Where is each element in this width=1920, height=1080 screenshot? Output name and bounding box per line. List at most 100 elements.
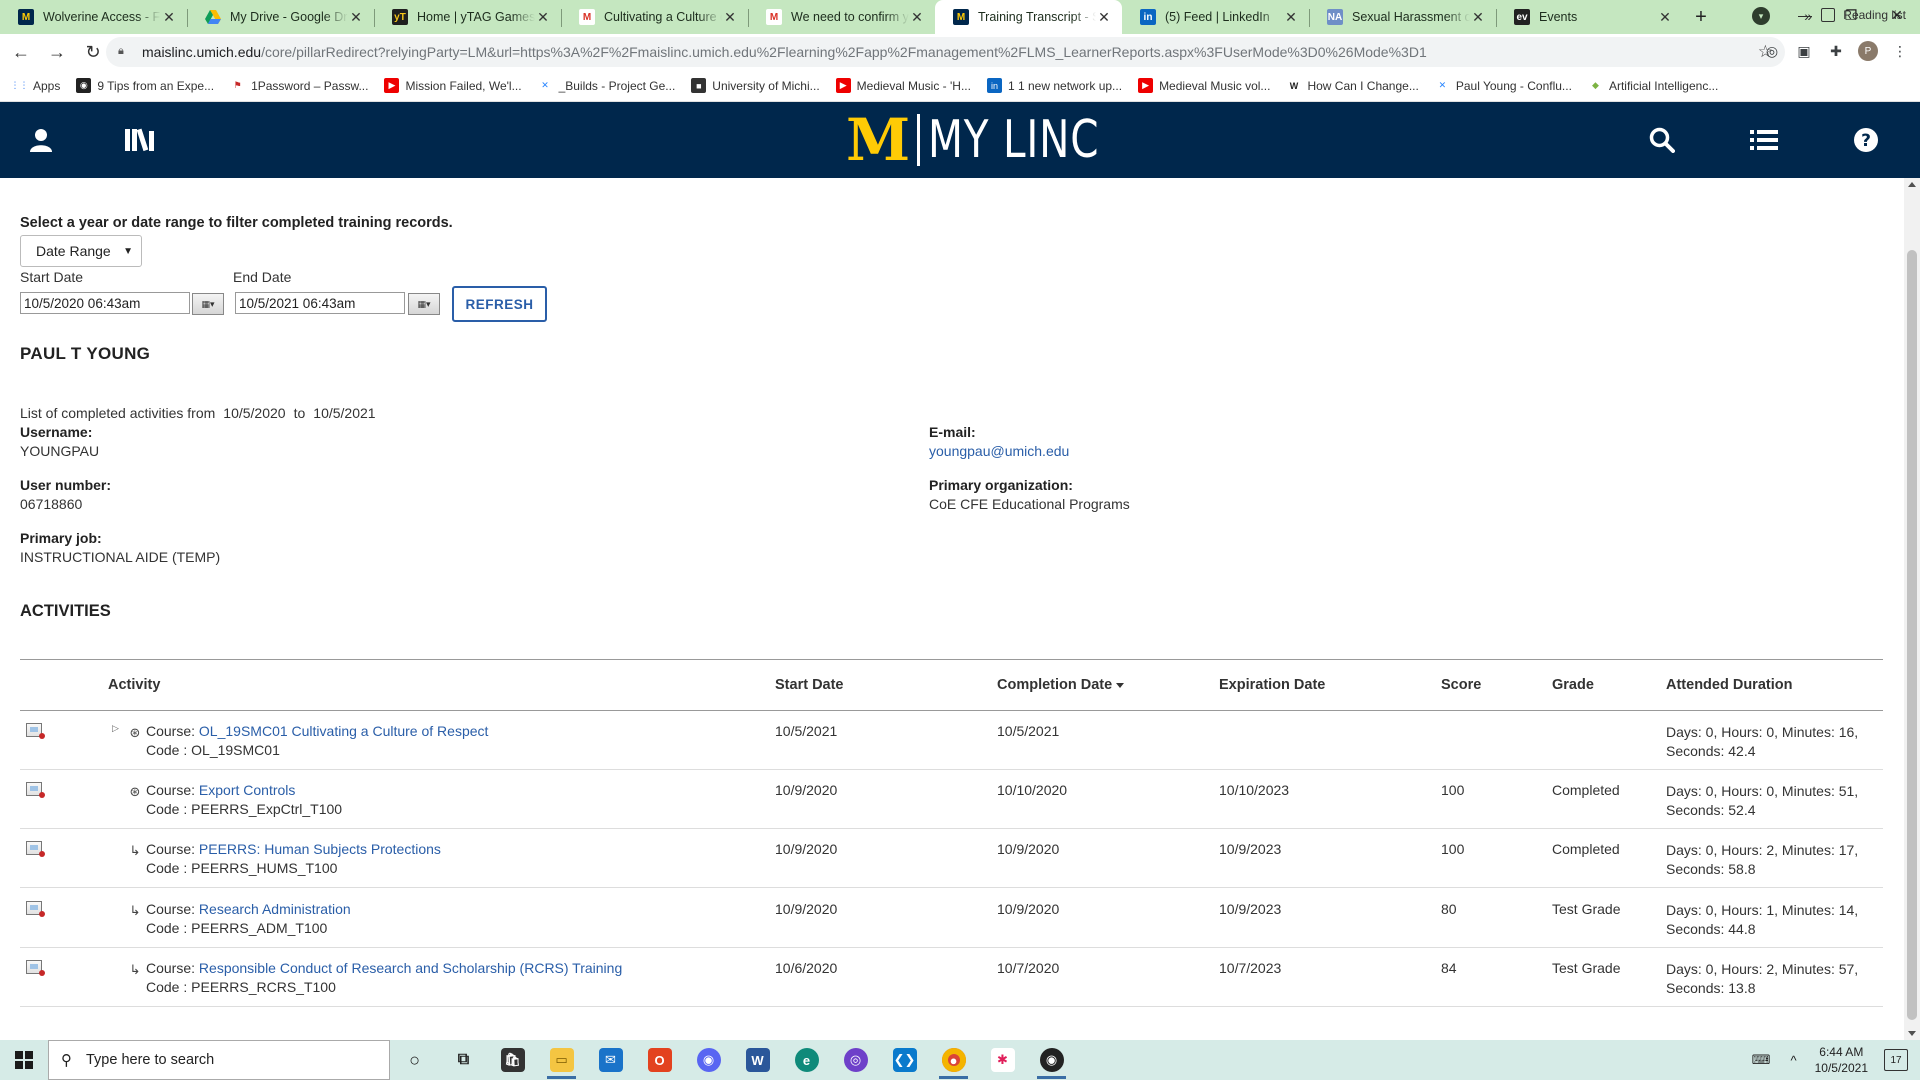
transcript-record-icon[interactable]: [26, 900, 45, 917]
activity-link[interactable]: Research Administration: [199, 901, 351, 917]
bookmark-item[interactable]: in 1 1 new network up...: [986, 78, 1122, 93]
file-explorer-icon[interactable]: ▭: [537, 1040, 586, 1080]
reading-list-button[interactable]: Reading list: [1821, 8, 1906, 22]
browser-menu-icon[interactable]: ⋮: [1890, 41, 1910, 61]
start-calendar-icon[interactable]: ▦▾: [192, 293, 224, 315]
expand-triangle-icon[interactable]: ▷: [112, 723, 119, 734]
slack-icon[interactable]: ✱: [978, 1040, 1027, 1080]
reload-icon[interactable]: ↻: [78, 37, 108, 67]
tab-close-icon[interactable]: ✕: [909, 9, 925, 26]
date-mode-select[interactable]: Date Range ▼: [20, 235, 142, 267]
help-icon[interactable]: ?: [1850, 124, 1882, 156]
scroll-down-icon[interactable]: [1908, 1031, 1916, 1036]
end-date-input[interactable]: 10/5/2021 06:43am: [235, 292, 405, 314]
transcript-record-icon[interactable]: [26, 841, 45, 858]
bookmark-item[interactable]: ■ University of Michi...: [691, 78, 820, 93]
task-view-icon[interactable]: ⧉: [439, 1040, 488, 1080]
notification-center-icon[interactable]: 17: [1884, 1049, 1908, 1071]
column-activity[interactable]: Activity: [108, 677, 160, 693]
bookmark-item[interactable]: ▶ Medieval Music - 'H...: [835, 78, 971, 93]
extension-copilot-icon[interactable]: ◎: [1762, 41, 1782, 61]
edge-icon[interactable]: e: [782, 1040, 831, 1080]
tab-close-icon[interactable]: ✕: [722, 9, 738, 26]
word-icon[interactable]: W: [733, 1040, 782, 1080]
bookmark-item[interactable]: ▶ Medieval Music vol...: [1138, 78, 1270, 93]
browser-tab[interactable]: M Training Transcript - St ✕: [935, 0, 1122, 34]
bookmark-item[interactable]: ▶ Mission Failed, We'l...: [384, 78, 522, 93]
browser-tab[interactable]: My Drive - Google Dri ✕: [187, 0, 374, 34]
browser-tab[interactable]: in (5) Feed | LinkedIn ✕: [1122, 0, 1309, 34]
vscode-icon[interactable]: ❮❯: [880, 1040, 929, 1080]
transcript-record-icon[interactable]: [26, 959, 45, 976]
activity-link[interactable]: PEERRS: Human Subjects Protections: [199, 841, 441, 857]
address-bar[interactable]: 🔒︎ maislinc.umich.edu/core/pillarRedirec…: [106, 37, 1785, 67]
browser-tab[interactable]: yT Home | yTAG Games ✕: [374, 0, 561, 34]
tab-search-icon[interactable]: ▾: [1752, 7, 1770, 25]
browser-tab[interactable]: NA Sexual Harassment of ✕: [1309, 0, 1496, 34]
browser-tab[interactable]: M Cultivating a Culture o ✕: [561, 0, 748, 34]
mylinc-logo[interactable]: M MY LINC: [846, 111, 1148, 169]
lock-icon[interactable]: 🔒︎: [118, 45, 132, 59]
user-profile-icon[interactable]: [25, 124, 57, 156]
bookmark-item[interactable]: ✕ _Builds - Project Ge...: [538, 78, 675, 93]
email-link[interactable]: youngpau@umich.edu: [929, 443, 1069, 459]
column-attended-duration[interactable]: Attended Duration: [1666, 677, 1792, 693]
browser-tab[interactable]: ev Events ✕: [1496, 0, 1683, 34]
column-score[interactable]: Score: [1441, 677, 1481, 693]
start-date-input[interactable]: 10/5/2020 06:43am: [20, 292, 190, 314]
column-completion-date[interactable]: Completion Date: [997, 677, 1125, 693]
bookmark-item[interactable]: ⋮⋮ Apps: [11, 78, 61, 93]
back-icon[interactable]: ←: [6, 37, 36, 67]
scroll-thumb[interactable]: [1907, 250, 1917, 1020]
cell-score: 100: [1441, 782, 1465, 799]
tab-close-icon[interactable]: ✕: [535, 9, 551, 26]
tab-close-icon[interactable]: ✕: [1283, 9, 1299, 26]
tab-close-icon[interactable]: ✕: [1657, 9, 1673, 26]
tab-close-icon[interactable]: ✕: [161, 9, 177, 26]
extensions-puzzle-icon[interactable]: ✚: [1826, 41, 1846, 61]
discord-icon[interactable]: ◉: [684, 1040, 733, 1080]
new-tab-icon[interactable]: +: [1683, 0, 1719, 34]
github-desktop-icon[interactable]: ◎: [831, 1040, 880, 1080]
tab-close-icon[interactable]: ✕: [1096, 9, 1112, 26]
tab-close-icon[interactable]: ✕: [348, 9, 364, 26]
end-calendar-icon[interactable]: ▦▾: [408, 293, 440, 315]
page-scrollbar[interactable]: [1904, 178, 1920, 1040]
refresh-button[interactable]: REFRESH: [452, 286, 547, 322]
bookmark-item[interactable]: ◉ 9 Tips from an Expe...: [76, 78, 214, 93]
activity-link[interactable]: Responsible Conduct of Research and Scho…: [199, 960, 622, 976]
site-search-icon[interactable]: [1646, 124, 1678, 156]
activity-link[interactable]: OL_19SMC01 Cultivating a Culture of Resp…: [199, 723, 488, 739]
column-expiration-date[interactable]: Expiration Date: [1219, 677, 1325, 693]
column-start-date[interactable]: Start Date: [775, 677, 844, 693]
cortana-icon[interactable]: ○: [390, 1040, 439, 1080]
keyboard-icon[interactable]: ⌨: [1752, 1052, 1771, 1068]
extension-screen-icon[interactable]: ▣: [1794, 41, 1814, 61]
forward-icon[interactable]: →: [42, 37, 72, 67]
taskbar-search-box[interactable]: ⚲ Type here to search: [48, 1040, 390, 1080]
store-icon[interactable]: 🛍︎: [488, 1040, 537, 1080]
library-icon[interactable]: [124, 124, 160, 156]
bookmark-item[interactable]: ◆ Artificial Intelligenc...: [1588, 78, 1718, 93]
start-button[interactable]: [0, 1040, 48, 1080]
profile-avatar[interactable]: P: [1858, 41, 1878, 61]
mail-icon[interactable]: ✉: [586, 1040, 635, 1080]
taskbar-clock[interactable]: 6:44 AM 10/5/2021: [1815, 1044, 1868, 1076]
bookmark-item[interactable]: W How Can I Change...: [1286, 78, 1419, 93]
transcript-record-icon[interactable]: [26, 782, 45, 799]
bookmark-item[interactable]: ⚑ 1Password – Passw...: [230, 78, 369, 93]
obs-icon[interactable]: ◉: [1027, 1040, 1076, 1080]
scroll-up-icon[interactable]: [1908, 182, 1916, 187]
transcript-record-icon[interactable]: [26, 723, 45, 739]
column-grade[interactable]: Grade: [1552, 677, 1594, 693]
browser-tab[interactable]: M Wolverine Access - Fin ✕: [0, 0, 187, 34]
office-icon[interactable]: O: [635, 1040, 684, 1080]
bookmarks-overflow-icon[interactable]: »: [1804, 8, 1812, 24]
menu-list-icon[interactable]: [1748, 124, 1780, 156]
browser-tab[interactable]: M We need to confirm yo ✕: [748, 0, 935, 34]
bookmark-item[interactable]: ✕ Paul Young - Conflu...: [1435, 78, 1572, 93]
tab-close-icon[interactable]: ✕: [1470, 9, 1486, 26]
activity-link[interactable]: Export Controls: [199, 782, 295, 798]
chrome-icon[interactable]: ●: [929, 1040, 978, 1080]
tray-overflow-icon[interactable]: ^: [1791, 1053, 1797, 1068]
